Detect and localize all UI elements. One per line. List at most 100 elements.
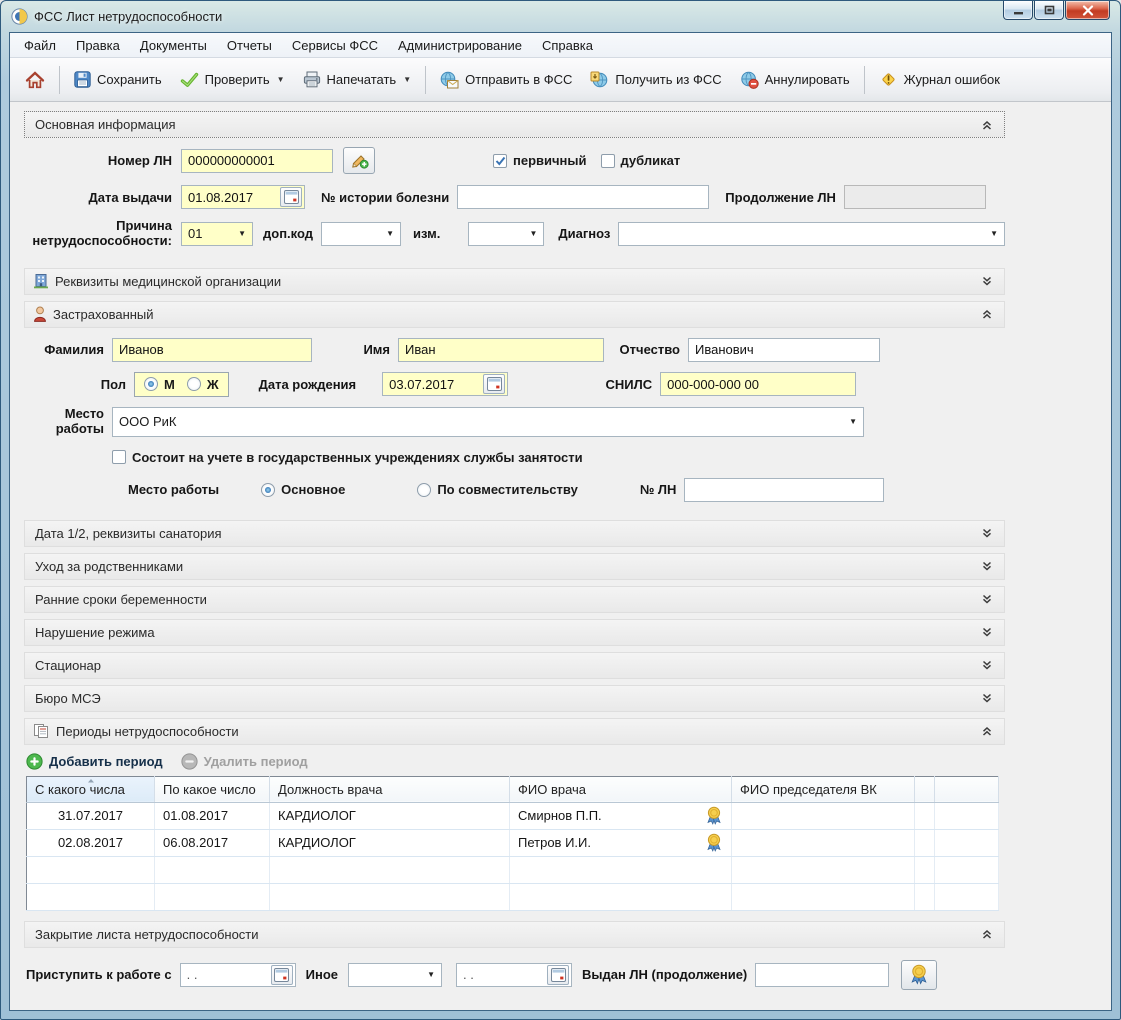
section-body-main-info: Номер ЛН 000000000001 первичный <box>24 138 1005 262</box>
cause-label: Причинанетрудоспособности: <box>24 219 172 249</box>
collapse-chevron-up-icon[interactable] <box>978 116 996 134</box>
home-button[interactable] <box>16 64 54 96</box>
expand-chevron-down-icon[interactable] <box>978 524 996 542</box>
expand-chevron-down-icon[interactable] <box>978 656 996 674</box>
section-header-main-info[interactable]: Основная информация <box>24 111 1005 138</box>
section-header-closing[interactable]: Закрытие листа нетрудоспособности <box>24 921 1005 948</box>
patronymic-input[interactable]: Иванович <box>688 338 880 362</box>
section-header-periods[interactable]: Периоды нетрудоспособности <box>24 718 1005 745</box>
remove-period-button[interactable]: Удалить период <box>181 753 308 770</box>
save-icon <box>74 71 91 88</box>
section-header-med-org[interactable]: Реквизиты медицинской организации <box>24 268 1005 295</box>
collapse-chevron-up-icon[interactable] <box>978 925 996 943</box>
collapse-chevron-up-icon[interactable] <box>978 722 996 740</box>
receive-from-fss-button[interactable]: Получить из ФСС <box>581 64 730 96</box>
building-icon <box>33 273 49 289</box>
diagnosis-combo[interactable]: ▼ <box>618 222 1005 246</box>
print-dropdown-icon[interactable]: ▼ <box>403 75 411 84</box>
maximize-button[interactable] <box>1034 1 1064 20</box>
section-header-sanatorium[interactable]: Дата 1/2, реквизиты санатория <box>24 520 1005 547</box>
annul-button[interactable]: Аннулировать <box>731 64 859 96</box>
other-date-input[interactable]: . . <box>456 963 572 987</box>
sign-seal-button[interactable] <box>901 960 937 990</box>
radio-gender-female[interactable]: Ж <box>187 377 219 392</box>
checkbox-unemployment-register[interactable]: Состоит на учете в государственных учреж… <box>112 450 583 465</box>
get-ln-number-button[interactable] <box>343 147 375 174</box>
radio-gender-male[interactable]: М <box>144 377 175 392</box>
minimize-button[interactable] <box>1003 1 1033 20</box>
calendar-icon[interactable] <box>547 965 569 985</box>
signature-seal-icon[interactable] <box>705 833 723 852</box>
surname-input[interactable]: Иванов <box>112 338 312 362</box>
menu-help[interactable]: Справка <box>532 34 603 57</box>
section-title: Уход за родственниками <box>35 559 978 574</box>
calendar-icon[interactable] <box>280 187 302 207</box>
expand-chevron-down-icon[interactable] <box>978 590 996 608</box>
save-button[interactable]: Сохранить <box>65 64 171 95</box>
checkbox-primary[interactable]: первичный <box>493 153 587 168</box>
empty-row[interactable] <box>27 856 999 883</box>
expand-chevron-down-icon[interactable] <box>978 623 996 641</box>
menu-edit[interactable]: Правка <box>66 34 130 57</box>
section-title: Застрахованный <box>53 307 978 322</box>
radio-work-main[interactable]: Основное <box>261 482 345 497</box>
close-button[interactable] <box>1065 1 1110 20</box>
work-ln-input[interactable] <box>684 478 884 502</box>
checkbox-duplicate[interactable]: дубликат <box>601 153 681 168</box>
app-icon <box>11 8 28 25</box>
issue-date-input[interactable]: 01.08.2017 <box>181 185 305 209</box>
continuation-label: Продолжение ЛН <box>725 190 836 205</box>
column-header-empty[interactable] <box>935 776 999 802</box>
snils-input[interactable]: 000-000-000 00 <box>660 372 856 396</box>
radio-work-secondary[interactable]: По совместительству <box>417 482 578 497</box>
empty-row[interactable] <box>27 883 999 910</box>
section-header-insured[interactable]: Застрахованный <box>24 301 1005 328</box>
column-header-vk-chairman[interactable]: ФИО председателя ВК <box>732 776 915 802</box>
section-header-regime-violation[interactable]: Нарушение режима <box>24 619 1005 646</box>
extra-code-combo[interactable]: ▼ <box>321 222 401 246</box>
column-header-empty[interactable] <box>915 776 935 802</box>
workplace-label: Местоработы <box>24 407 104 437</box>
error-log-button[interactable]: Журнал ошибок <box>870 63 1009 96</box>
toolbar-separator <box>864 66 865 94</box>
column-header-doctor-name[interactable]: ФИО врача <box>510 776 732 802</box>
calendar-icon[interactable] <box>271 965 293 985</box>
verify-button[interactable]: Проверить ▼ <box>171 65 294 95</box>
expand-chevron-down-icon[interactable] <box>978 557 996 575</box>
history-number-input[interactable] <box>457 185 709 209</box>
menu-fss-services[interactable]: Сервисы ФСС <box>282 34 388 57</box>
workplace-combo[interactable]: ООО РиК▼ <box>112 407 864 437</box>
add-period-button[interactable]: Добавить период <box>26 753 163 770</box>
menu-administration[interactable]: Администрирование <box>388 34 532 57</box>
birth-date-input[interactable]: 03.07.2017 <box>382 372 508 396</box>
resume-work-date-input[interactable]: . . <box>180 963 296 987</box>
column-header-date-to[interactable]: По какое число <box>155 776 270 802</box>
name-input[interactable]: Иван <box>398 338 604 362</box>
section-header-hospital[interactable]: Стационар <box>24 652 1005 679</box>
menu-reports[interactable]: Отчеты <box>217 34 282 57</box>
period-row[interactable]: 31.07.2017 01.08.2017 КАРДИОЛОГ Смирнов … <box>27 802 999 829</box>
chevron-down-icon: ▼ <box>849 417 857 426</box>
section-header-early-pregnancy[interactable]: Ранние сроки беременности <box>24 586 1005 613</box>
cause-combo[interactable]: 01▼ <box>181 222 253 246</box>
menu-documents[interactable]: Документы <box>130 34 217 57</box>
expand-chevron-down-icon[interactable] <box>978 272 996 290</box>
other-combo[interactable]: ▼ <box>348 963 442 987</box>
period-row[interactable]: 02.08.2017 06.08.2017 КАРДИОЛОГ Петров И… <box>27 829 999 856</box>
column-header-date-from[interactable]: С какого числа <box>27 776 155 802</box>
signature-seal-icon[interactable] <box>705 806 723 825</box>
change-combo[interactable]: ▼ <box>468 222 544 246</box>
section-header-mse-bureau[interactable]: Бюро МСЭ <box>24 685 1005 712</box>
expand-chevron-down-icon[interactable] <box>978 689 996 707</box>
issued-ln-input[interactable] <box>755 963 889 987</box>
ln-number-input[interactable]: 000000000001 <box>181 149 333 173</box>
send-to-fss-button[interactable]: Отправить в ФСС <box>431 64 581 96</box>
documents-icon <box>33 723 50 739</box>
print-button[interactable]: Напечатать ▼ <box>294 64 421 95</box>
section-header-relative-care[interactable]: Уход за родственниками <box>24 553 1005 580</box>
collapse-chevron-up-icon[interactable] <box>978 305 996 323</box>
verify-dropdown-icon[interactable]: ▼ <box>277 75 285 84</box>
menu-file[interactable]: Файл <box>14 34 66 57</box>
column-header-doctor-position[interactable]: Должность врача <box>270 776 510 802</box>
calendar-icon[interactable] <box>483 374 505 394</box>
